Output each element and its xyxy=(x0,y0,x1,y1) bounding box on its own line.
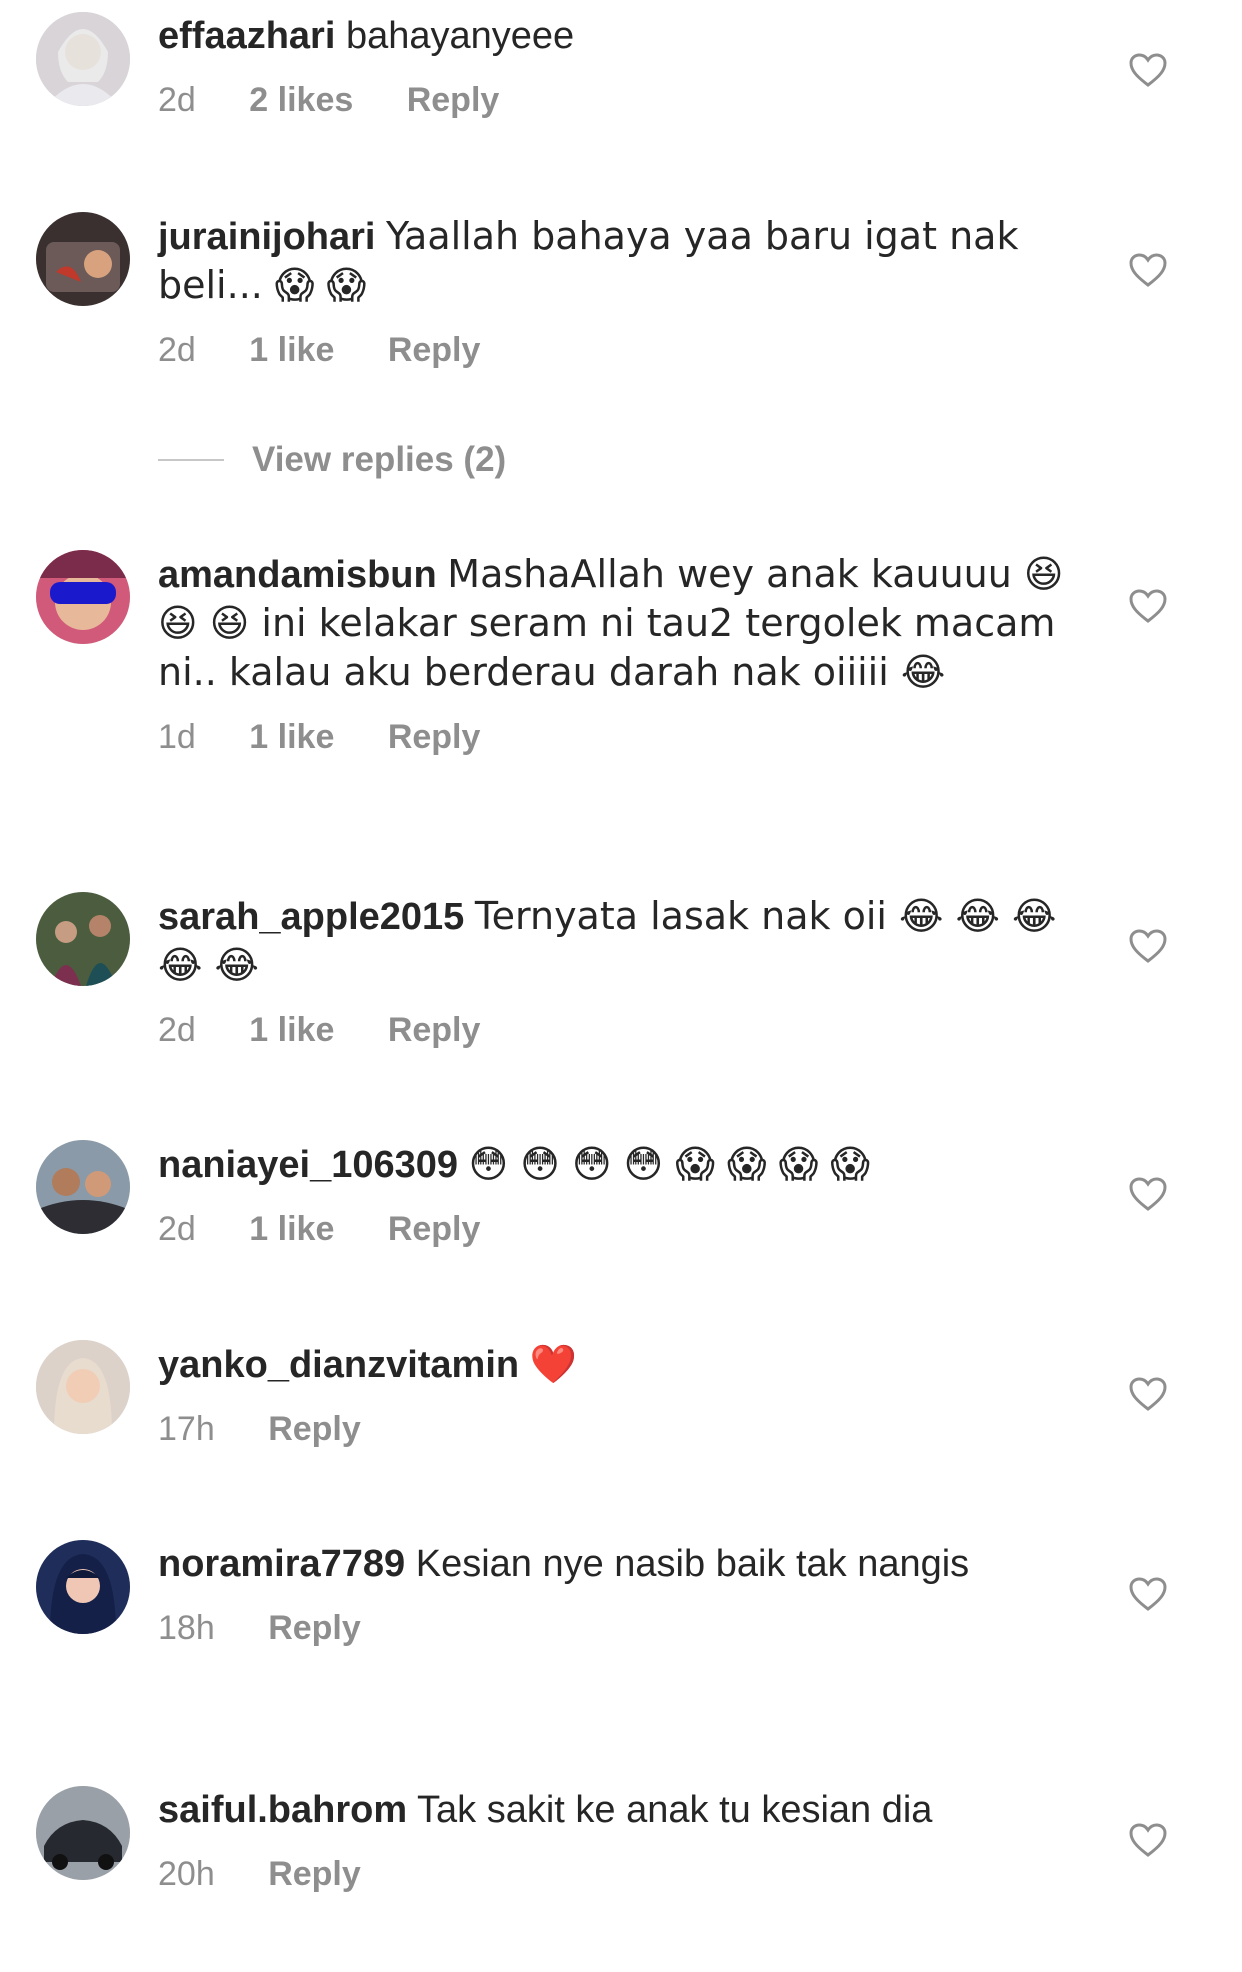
reply-button[interactable]: Reply xyxy=(388,717,481,757)
view-replies-button[interactable]: View replies (2) xyxy=(158,438,506,482)
likes-count[interactable]: 2 likes xyxy=(249,80,353,120)
heart-outline-icon[interactable] xyxy=(1128,52,1168,88)
reply-button[interactable]: Reply xyxy=(388,1010,481,1050)
comment-username[interactable]: jurainijohari xyxy=(158,216,375,258)
comment-text: ❤️ xyxy=(529,1342,578,1386)
comment-time: 2d xyxy=(158,81,196,119)
comment-username[interactable]: effaazhari xyxy=(158,15,335,57)
reply-button[interactable]: Reply xyxy=(268,1409,361,1449)
comment-time: 17h xyxy=(158,1410,215,1448)
heart-outline-icon[interactable] xyxy=(1128,1376,1168,1412)
avatar[interactable] xyxy=(36,550,130,644)
likes-count[interactable]: 1 like xyxy=(249,717,334,757)
comment-username[interactable]: naniayei_106309 xyxy=(158,1144,458,1186)
comment-text: 😳 😳 😳 😳 😱 😱 😱 😱 xyxy=(468,1142,871,1186)
comment-time: 20h xyxy=(158,1855,215,1893)
comment-time: 2d xyxy=(158,1210,196,1248)
avatar[interactable] xyxy=(36,12,130,106)
view-replies-label: View replies (2) xyxy=(252,440,507,479)
divider xyxy=(158,459,224,461)
comment-text: bahayanyeee xyxy=(345,15,575,57)
comment-username[interactable]: amandamisbun xyxy=(158,554,437,596)
heart-outline-icon[interactable] xyxy=(1128,928,1168,964)
comment-time: 2d xyxy=(158,331,196,369)
likes-count[interactable]: 1 like xyxy=(249,1209,334,1249)
avatar[interactable] xyxy=(36,1540,130,1634)
avatar[interactable] xyxy=(36,1786,130,1880)
comment-username[interactable]: yanko_dianzvitamin xyxy=(158,1344,519,1386)
comment-time: 18h xyxy=(158,1609,215,1647)
reply-button[interactable]: Reply xyxy=(388,330,481,370)
comment-username[interactable]: saiful.bahrom xyxy=(158,1789,407,1831)
reply-button[interactable]: Reply xyxy=(388,1209,481,1249)
reply-button[interactable]: Reply xyxy=(268,1608,361,1648)
comment-time: 1d xyxy=(158,718,196,756)
comment-time: 2d xyxy=(158,1011,196,1049)
comment-username[interactable]: noramira7789 xyxy=(158,1543,405,1585)
heart-outline-icon[interactable] xyxy=(1128,252,1168,288)
avatar[interactable] xyxy=(36,892,130,986)
avatar[interactable] xyxy=(36,1340,130,1434)
reply-button[interactable]: Reply xyxy=(268,1854,361,1894)
heart-outline-icon[interactable] xyxy=(1128,1176,1168,1212)
reply-button[interactable]: Reply xyxy=(407,80,500,120)
comment-text: Tak sakit ke anak tu kesian dia xyxy=(417,1789,933,1831)
avatar[interactable] xyxy=(36,1140,130,1234)
avatar[interactable] xyxy=(36,212,130,306)
heart-outline-icon[interactable] xyxy=(1128,1576,1168,1612)
likes-count[interactable]: 1 like xyxy=(249,330,334,370)
comment-text: Kesian nye nasib baik tak nangis xyxy=(415,1543,970,1585)
heart-outline-icon[interactable] xyxy=(1128,588,1168,624)
comment-username[interactable]: sarah_apple2015 xyxy=(158,896,464,938)
likes-count[interactable]: 1 like xyxy=(249,1010,334,1050)
heart-outline-icon[interactable] xyxy=(1128,1822,1168,1858)
